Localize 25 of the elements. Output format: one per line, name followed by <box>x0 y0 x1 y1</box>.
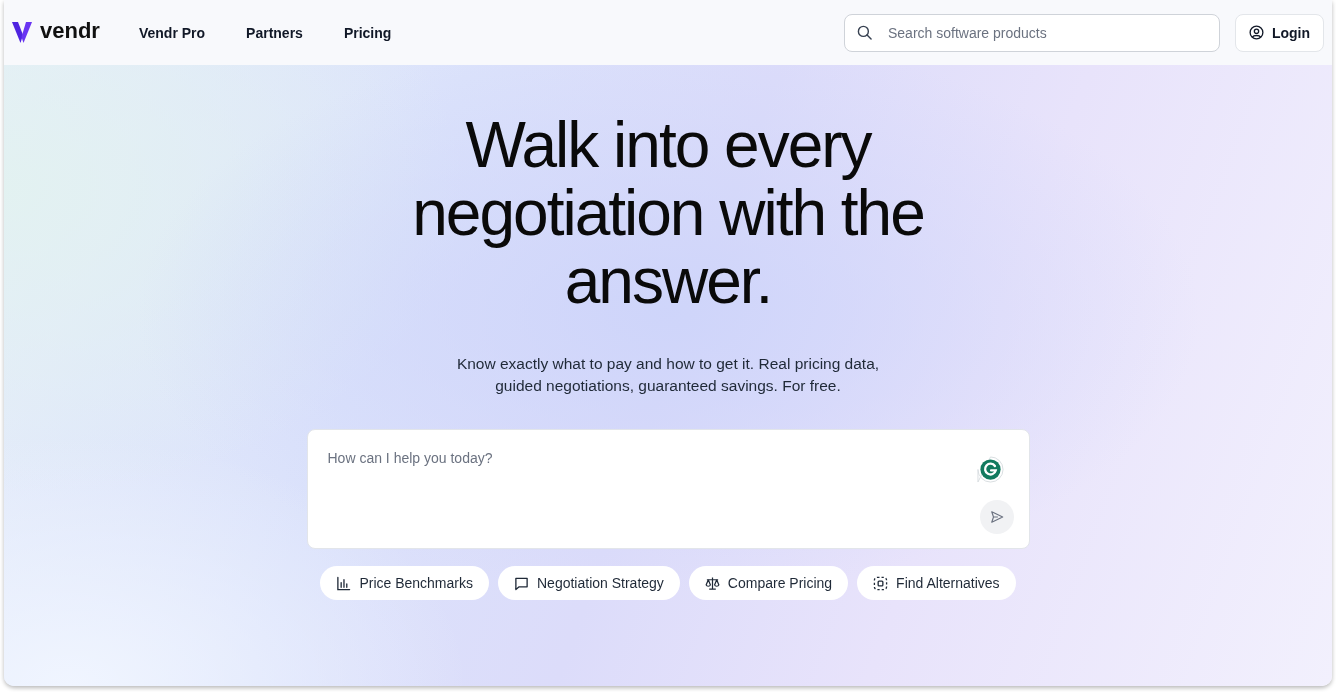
scale-icon <box>704 575 720 591</box>
logo-wordmark[interactable]: vendr <box>40 17 100 44</box>
suggestion-chip[interactable]: Price Benchmarks <box>320 566 489 600</box>
send-button[interactable] <box>979 500 1014 534</box>
login-button[interactable]: Login <box>1235 13 1324 52</box>
nav-link[interactable]: Partners <box>246 24 303 41</box>
grammar-badge-icon[interactable] <box>976 456 1004 483</box>
suggestion-chip[interactable]: Find Alternatives <box>857 566 1016 600</box>
search-icon <box>857 25 872 40</box>
search-input[interactable]: Search software products <box>886 23 1209 42</box>
search-field[interactable]: Search software products <box>844 13 1220 52</box>
send-icon <box>989 510 1004 524</box>
user-circle-icon <box>1248 25 1264 40</box>
suggestion-chip[interactable]: Negotiation Strategy <box>498 566 680 600</box>
dashed-square-icon <box>873 575 889 591</box>
hero-heading: Walk into every negotiation with the answer. <box>411 111 925 315</box>
logo-icon <box>12 22 32 43</box>
speech-bubble-icon <box>514 575 529 591</box>
nav-link[interactable]: Vendr Pro <box>138 24 206 41</box>
suggestion-chip[interactable]: Compare Pricing <box>688 566 849 600</box>
prompt-box[interactable]: How can I help you today? <box>306 429 1030 549</box>
prompt-field[interactable]: How can I help you today? <box>327 446 974 534</box>
bar-chart-icon <box>336 575 352 591</box>
hero-subtitle: Know exactly what to pay and how to get it. Real pricing data, guided negotiations, guaranteed savings. For free. <box>455 354 881 396</box>
nav-link[interactable]: Pricing <box>343 24 392 41</box>
